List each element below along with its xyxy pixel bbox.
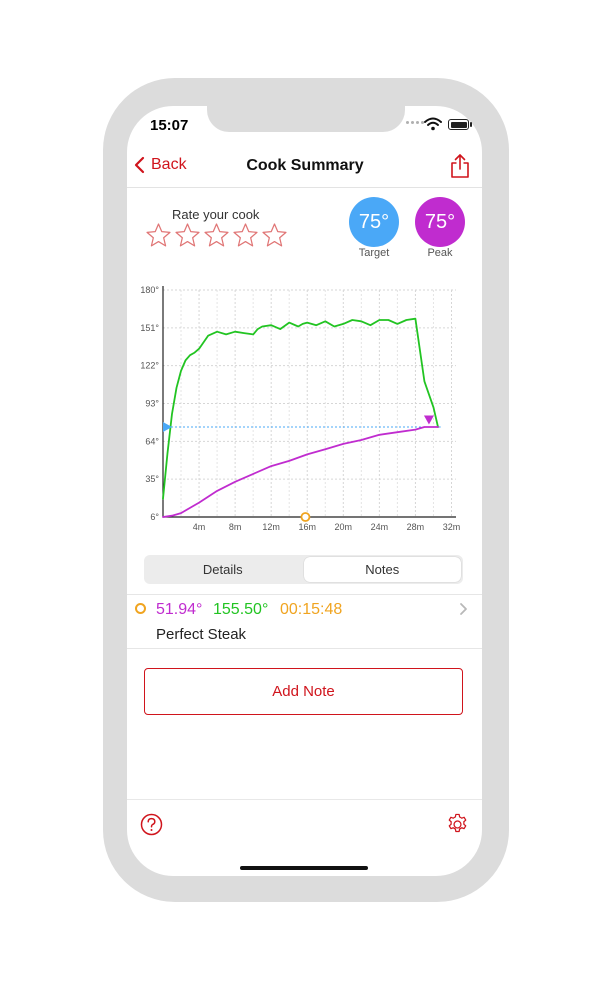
series-line-probe2 xyxy=(162,317,439,500)
star-rating[interactable] xyxy=(145,222,288,249)
list-divider xyxy=(127,648,482,649)
probe2-temp: 155.50° xyxy=(213,601,269,618)
y-tick-label: 35° xyxy=(145,474,159,484)
tab-switcher[interactable]: Details Notes xyxy=(144,555,463,584)
x-tick-label: 8m xyxy=(229,522,242,532)
target-temp-badge[interactable]: 75° xyxy=(349,197,399,247)
page-title: Cook Summary xyxy=(246,157,364,174)
share-icon[interactable] xyxy=(450,153,470,179)
back-button[interactable]: Back xyxy=(134,156,187,174)
back-label: Back xyxy=(151,156,187,173)
chevron-left-icon xyxy=(134,156,145,174)
rating-label: Rate your cook xyxy=(172,207,260,222)
star-icon[interactable] xyxy=(145,222,172,249)
help-icon[interactable] xyxy=(140,813,163,836)
nav-divider xyxy=(127,187,482,188)
x-tick-label: 24m xyxy=(371,522,389,532)
gear-icon[interactable] xyxy=(446,813,469,836)
wifi-icon xyxy=(424,117,442,131)
x-tick-label: 28m xyxy=(407,522,425,532)
y-tick-label: 93° xyxy=(145,399,159,409)
battery-icon xyxy=(448,119,472,130)
y-tick-label: 180° xyxy=(140,285,159,295)
toolbar-divider xyxy=(127,799,482,800)
x-tick-label: 20m xyxy=(335,522,353,532)
x-tick-label: 16m xyxy=(298,522,316,532)
y-tick-label: 64° xyxy=(145,436,159,446)
temperature-chart[interactable]: 180° 151° 122° 93° 64° 35° 6° 4m 8m 12m 16m 20m 24m 2… xyxy=(127,278,482,536)
tab-details[interactable]: Details xyxy=(144,555,302,584)
x-tick-label: 12m xyxy=(262,522,280,532)
y-tick-label: 122° xyxy=(140,361,159,371)
time-marker xyxy=(300,512,311,522)
signal-dots-icon xyxy=(406,121,424,124)
add-note-button[interactable]: Add Note xyxy=(144,668,463,715)
probe1-temp: 51.94° xyxy=(156,601,203,618)
x-tick-label: 4m xyxy=(193,522,206,532)
chevron-right-icon xyxy=(460,603,467,615)
star-icon[interactable] xyxy=(261,222,288,249)
x-tick-label: 32m xyxy=(443,522,461,532)
peak-marker xyxy=(423,415,434,425)
peak-temp-badge[interactable]: 75° xyxy=(415,197,465,247)
status-time: 15:07 xyxy=(150,117,189,134)
target-label: Target xyxy=(358,247,390,259)
star-icon[interactable] xyxy=(203,222,230,249)
home-indicator xyxy=(240,866,368,870)
peak-label: Peak xyxy=(427,247,453,259)
y-tick-label: 151° xyxy=(140,323,159,333)
star-icon[interactable] xyxy=(174,222,201,249)
star-icon[interactable] xyxy=(232,222,259,249)
tab-notes[interactable]: Notes xyxy=(303,557,461,582)
device-notch xyxy=(207,106,405,132)
note-title: Perfect Steak xyxy=(156,626,247,643)
note-time: 00:15:48 xyxy=(280,601,343,618)
series-line-probe1 xyxy=(162,426,439,518)
y-tick-label: 6° xyxy=(150,512,159,522)
time-marker-icon xyxy=(135,603,146,614)
